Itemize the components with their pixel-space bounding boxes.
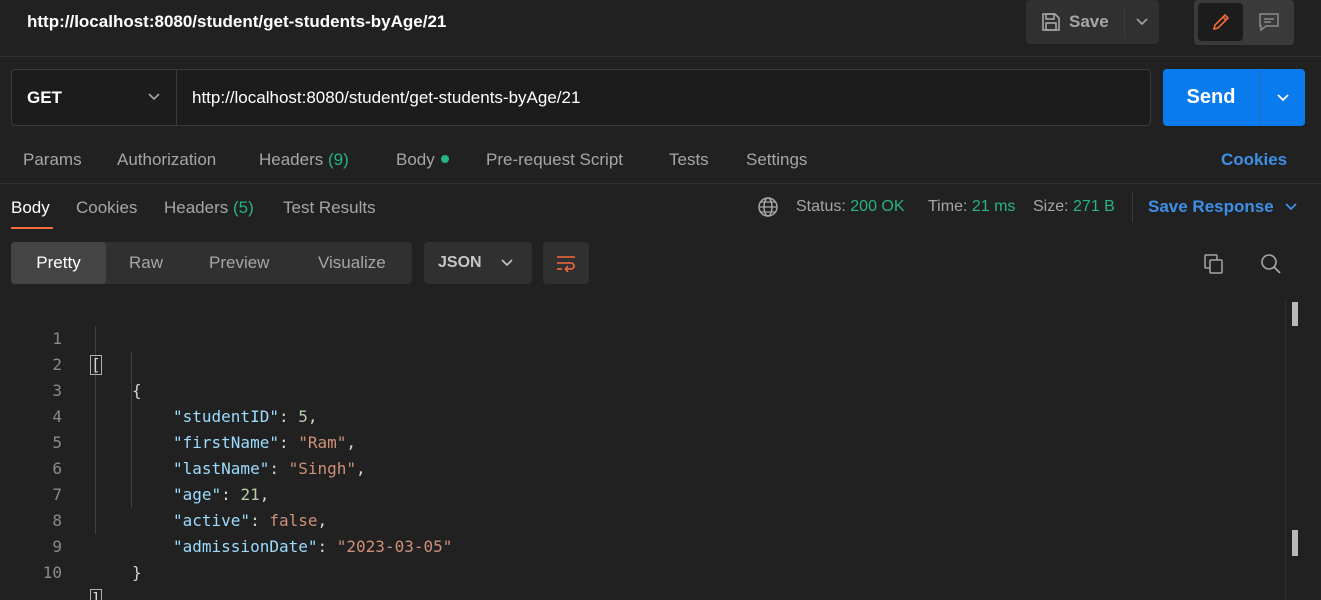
size-info[interactable]: Size: 271 B	[1033, 198, 1115, 216]
response-tab-body[interactable]: Body	[11, 198, 50, 218]
size-label: Size:	[1033, 198, 1069, 215]
format-select[interactable]: JSON	[424, 242, 532, 284]
chevron-down-icon	[1276, 93, 1290, 103]
format-value: JSON	[438, 254, 482, 271]
save-button[interactable]: Save	[1026, 0, 1124, 44]
tab-headers-label: Headers	[259, 150, 324, 169]
view-mode-tabs: Pretty Raw Preview Visualize	[11, 242, 412, 284]
status-label: Status:	[796, 198, 846, 215]
code-line: 4 "firstName": "Ram",	[0, 378, 1285, 452]
chevron-down-icon	[1135, 17, 1149, 27]
headers-count: (9)	[328, 150, 349, 169]
scrollbar-marker-bottom[interactable]	[1292, 530, 1298, 556]
active-tab-indicator	[11, 227, 53, 229]
time-value: 21 ms	[971, 198, 1016, 215]
tab-pre-request-script[interactable]: Pre-request Script	[486, 150, 623, 170]
code-line: 1 [	[0, 300, 1285, 375]
save-label: Save	[1069, 12, 1109, 31]
response-tab-headers[interactable]: Headers (5)	[164, 198, 254, 218]
globe-icon[interactable]	[757, 196, 779, 218]
code-line: 7 "active": false,	[0, 456, 1285, 530]
tab-headers[interactable]: Headers (9)	[259, 150, 349, 170]
json-bracket: ]	[90, 589, 102, 600]
scrollbar-track[interactable]	[1285, 300, 1286, 600]
view-pretty[interactable]: Pretty	[11, 242, 106, 284]
code-line: 5 "lastName": "Singh",	[0, 404, 1285, 478]
chevron-down-icon	[147, 90, 161, 104]
wrap-lines-button[interactable]	[543, 242, 589, 284]
send-button-group: Send	[1163, 69, 1305, 126]
request-title-bar: http://localhost:8080/student/get-studen…	[0, 0, 1321, 57]
response-tab-headers-label: Headers	[164, 198, 229, 217]
save-icon	[1041, 12, 1061, 32]
method-value: GET	[27, 87, 62, 107]
method-select[interactable]: GET	[12, 70, 177, 125]
time-label: Time:	[928, 198, 968, 215]
url-input[interactable]: http://localhost:8080/student/get-studen…	[178, 70, 1148, 125]
search-icon[interactable]	[1260, 253, 1282, 275]
divider	[1132, 192, 1133, 222]
cookies-link[interactable]: Cookies	[1221, 150, 1287, 170]
view-preview[interactable]: Preview	[209, 242, 269, 284]
comment-icon	[1258, 12, 1280, 32]
send-button[interactable]: Send	[1163, 69, 1259, 126]
scrollbar-marker-top[interactable]	[1292, 302, 1298, 326]
code-line: 6 "age": 21,	[0, 430, 1285, 504]
tab-authorization[interactable]: Authorization	[117, 150, 216, 170]
comment-mode-button[interactable]	[1248, 3, 1290, 41]
status-info[interactable]: Status: 200 OK	[796, 198, 905, 216]
chevron-down-icon	[1284, 202, 1298, 212]
pencil-icon	[1211, 12, 1231, 32]
request-title[interactable]: http://localhost:8080/student/get-studen…	[27, 12, 446, 32]
response-tab-cookies[interactable]: Cookies	[76, 198, 137, 218]
save-button-group: Save	[1026, 0, 1159, 44]
save-options-button[interactable]	[1125, 0, 1159, 44]
mode-toggle	[1194, 0, 1294, 45]
chevron-down-icon	[500, 257, 514, 269]
modified-dot	[440, 155, 449, 163]
tab-params[interactable]: Params	[23, 150, 82, 170]
response-headers-count: (5)	[233, 198, 254, 217]
copy-icon[interactable]	[1203, 253, 1225, 275]
tab-tests[interactable]: Tests	[669, 150, 709, 170]
code-line: 10 ]	[0, 534, 1285, 600]
save-response-label: Save Response	[1148, 197, 1274, 216]
tab-body[interactable]: Body	[396, 150, 449, 170]
tab-body-label: Body	[396, 150, 435, 169]
view-raw[interactable]: Raw	[129, 242, 163, 284]
request-tabs: Params Authorization Headers (9) Body Pr…	[0, 138, 1321, 184]
time-info[interactable]: Time: 21 ms	[928, 198, 1015, 216]
code-line: 2 {	[0, 326, 1285, 400]
status-value: 200 OK	[850, 198, 905, 215]
save-response-button[interactable]: Save Response	[1148, 197, 1298, 217]
code-line: 3 "studentID": 5,	[0, 352, 1285, 426]
wrap-lines-icon	[555, 254, 577, 272]
line-number: 10	[42, 563, 62, 582]
edit-mode-button[interactable]	[1198, 3, 1243, 41]
json-brace: }	[132, 563, 142, 582]
response-tab-test-results[interactable]: Test Results	[283, 198, 376, 218]
send-options-button[interactable]	[1260, 69, 1305, 126]
code-line: 8 "admissionDate": "2023-03-05"	[0, 482, 1285, 556]
view-visualize[interactable]: Visualize	[318, 242, 386, 284]
size-value: 271 B	[1073, 198, 1115, 215]
code-line: 9 }	[0, 508, 1285, 582]
tab-settings[interactable]: Settings	[746, 150, 807, 170]
request-url-bar: GET http://localhost:8080/student/get-st…	[11, 69, 1151, 126]
